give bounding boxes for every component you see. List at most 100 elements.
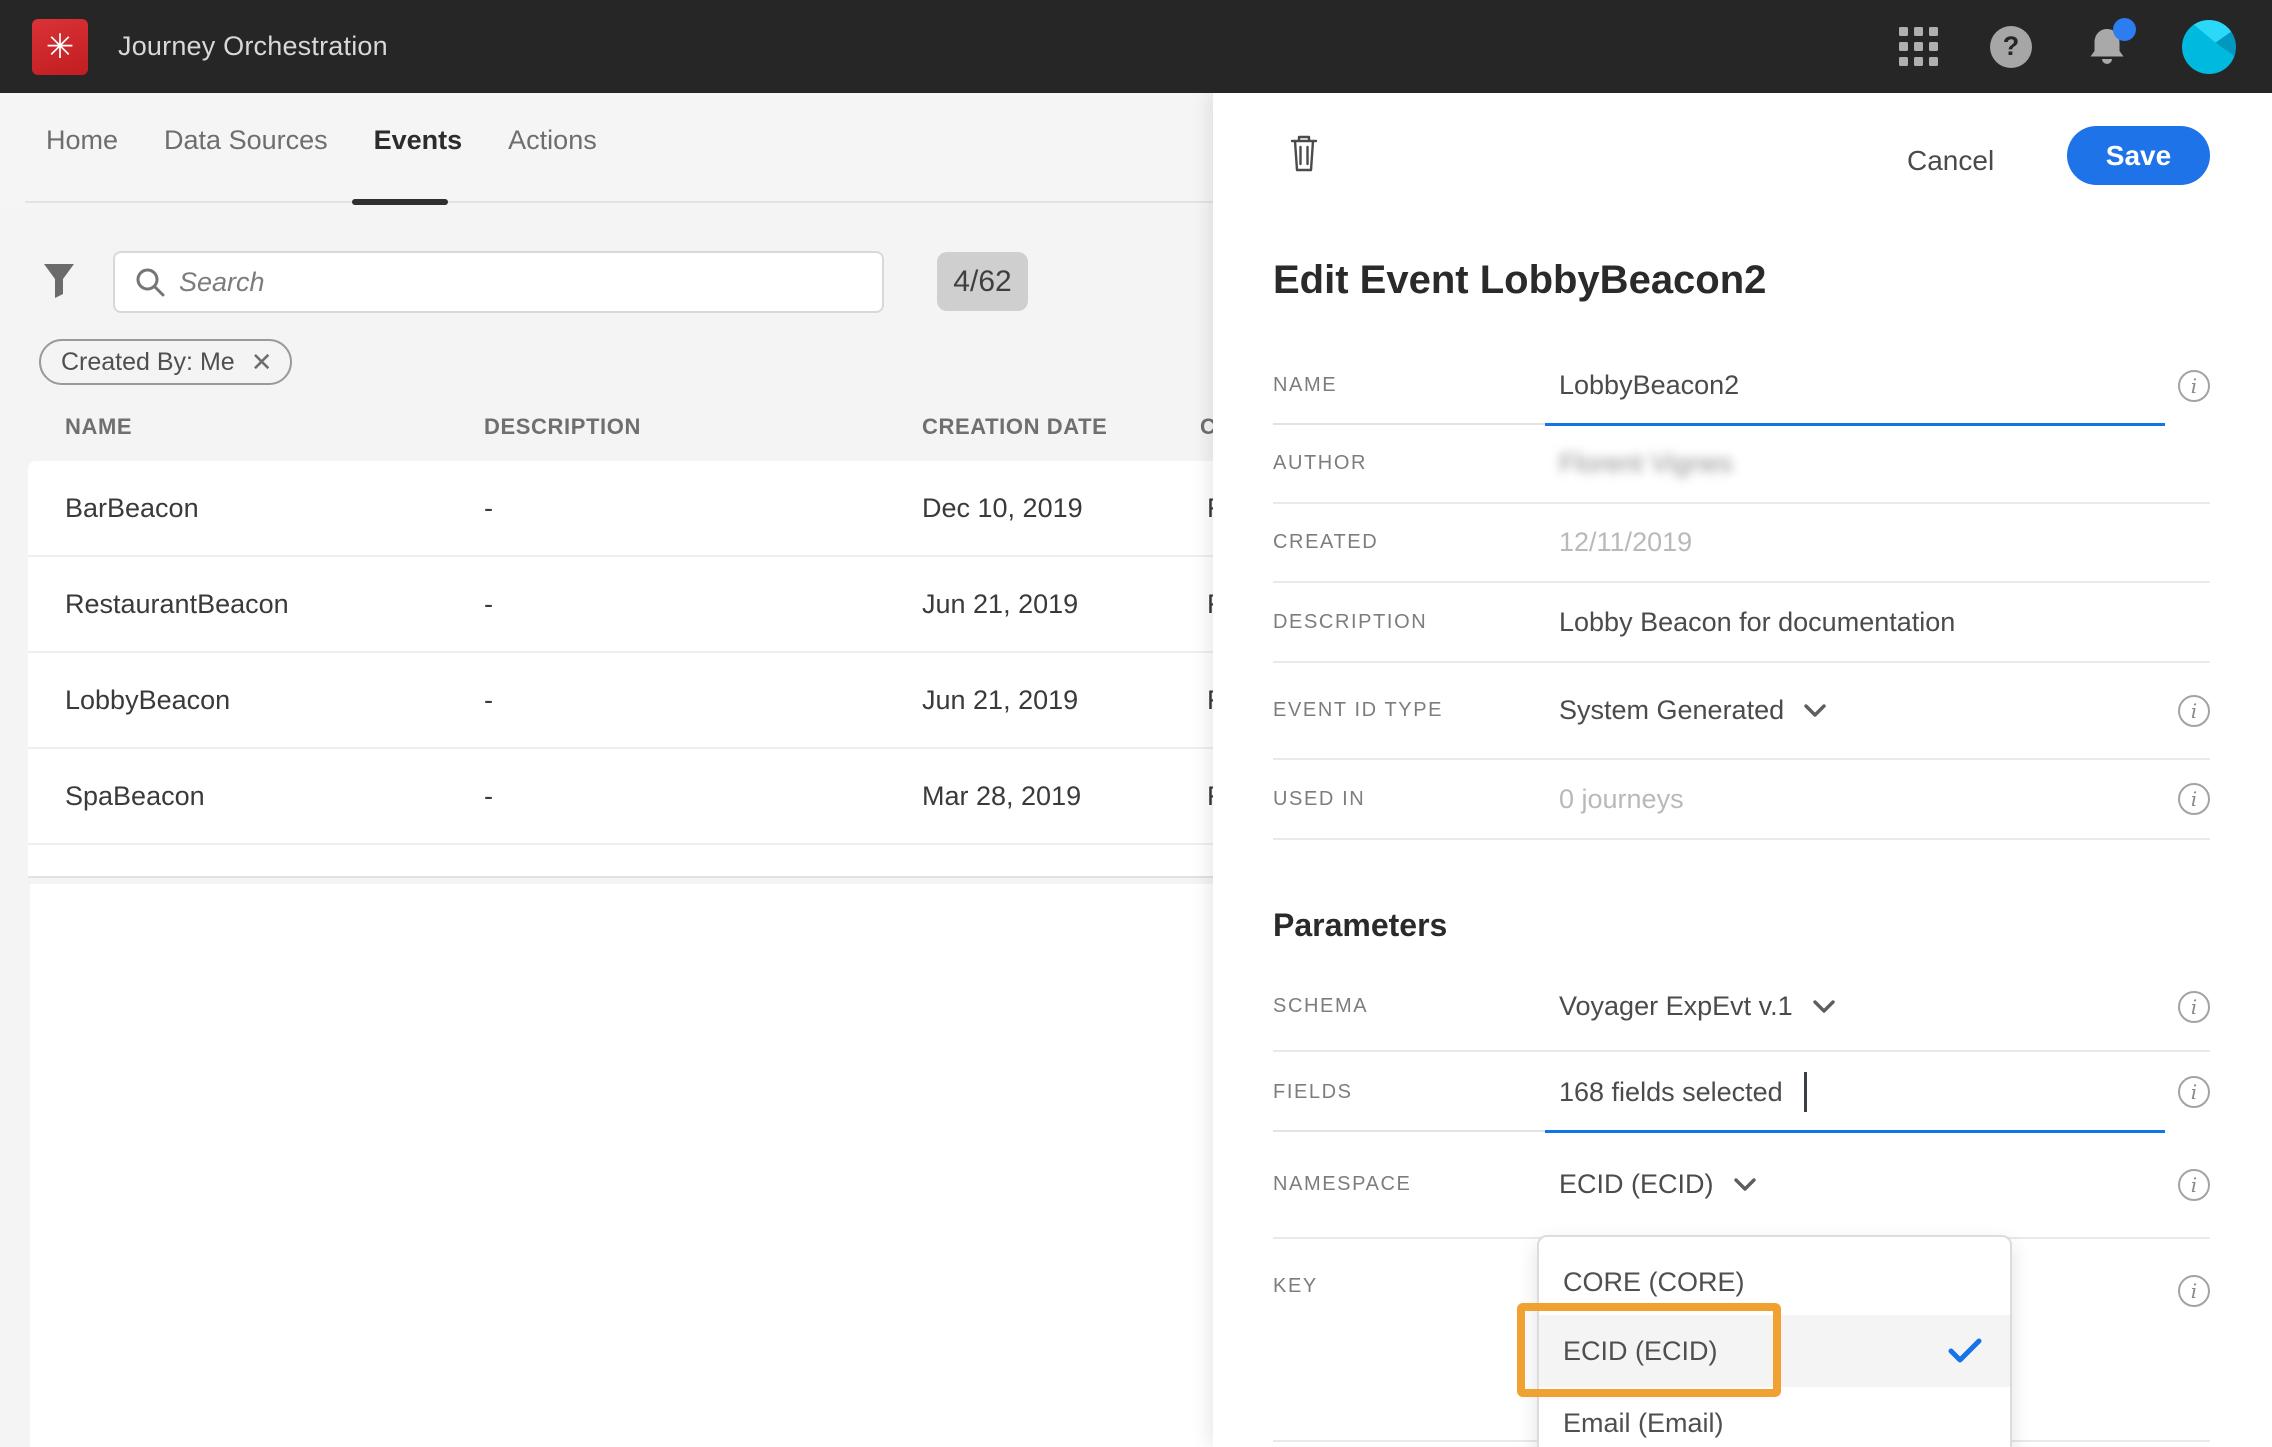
chevron-down-icon [1734,1178,1756,1192]
help-icon[interactable]: ? [1990,26,2032,68]
cell-name: RestaurantBeacon [65,557,289,651]
cell-description: - [484,653,493,747]
cell-description: - [484,557,493,651]
field-label: CREATED [1273,531,1559,554]
table-row[interactable]: LobbyBeacon - Jun 21, 2019 F [28,653,1213,749]
description-input[interactable]: Lobby Beacon for documentation [1559,607,1955,638]
field-row-description: DESCRIPTION Lobby Beacon for documentati… [1273,583,2210,663]
empty-content-card [30,884,1213,1447]
field-label: AUTHOR [1273,452,1559,475]
schema-dropdown[interactable]: Voyager ExpEvt v.1 [1559,991,1835,1022]
app-title: Journey Orchestration [118,31,388,62]
cancel-button[interactable]: Cancel [1907,131,1994,191]
dropdown-option-ecid[interactable]: ECID (ECID) [1539,1315,2010,1387]
filter-chip-created-by-me[interactable]: Created By: Me ✕ [39,339,292,385]
field-row-created: CREATED 12/11/2019 [1273,504,2210,583]
dropdown-option-core[interactable]: CORE (CORE) [1539,1249,2010,1315]
field-label: FIELDS [1273,1081,1559,1104]
cell-creation-date: Jun 21, 2019 [922,557,1078,651]
fields-input[interactable]: 168 fields selected [1559,1072,1807,1112]
events-table: BarBeacon - Dec 10, 2019 F RestaurantBea… [28,461,1213,878]
field-label: SCHEMA [1273,995,1559,1018]
tab-actions[interactable]: Actions [508,125,597,156]
info-icon[interactable]: i [2178,1169,2210,1201]
top-bar: ✳ Journey Orchestration ? [0,0,2272,93]
created-value: 12/11/2019 [1559,527,1692,558]
notification-badge [2113,18,2136,41]
tab-track-line [25,201,1213,203]
table-row[interactable]: RestaurantBeacon - Jun 21, 2019 F [28,557,1213,653]
namespace-options-popup: CORE (CORE) ECID (ECID) Email (Email) [1537,1235,2012,1447]
tabs-bar: Home Data Sources Events Actions [0,93,1213,207]
app-switcher-icon[interactable] [1899,27,1938,66]
event-id-type-value: System Generated [1559,695,1784,726]
topbar-actions: ? [1899,20,2236,74]
tab-events[interactable]: Events [374,125,463,156]
field-label: USED IN [1273,788,1559,811]
dropdown-option-label: ECID (ECID) [1563,1336,1718,1367]
active-tab-underline [352,199,448,205]
field-label: NAME [1273,374,1559,397]
filter-chip-label: Created By: Me [61,348,235,377]
field-row-author: AUTHOR Florent Vignes [1273,425,2210,504]
field-row-name: NAME LobbyBeacon2 i [1273,346,2210,425]
event-id-type-dropdown[interactable]: System Generated [1559,695,1826,726]
field-row-event-id-type: EVENT ID TYPE System Generated i [1273,663,2210,760]
used-in-value: 0 journeys [1559,784,1684,815]
info-icon[interactable]: i [2178,1076,2210,1108]
info-icon[interactable]: i [2178,783,2210,815]
notifications-bell-icon[interactable] [2084,24,2130,70]
adobe-experience-logo-icon[interactable]: ✳ [32,19,88,75]
info-icon[interactable]: i [2178,1275,2210,1307]
result-count-badge: 4/62 [937,252,1028,311]
field-row-namespace: NAMESPACE ECID (ECID) i [1273,1132,2210,1239]
tab-data-sources[interactable]: Data Sources [164,125,328,156]
namespace-dropdown[interactable]: ECID (ECID) [1559,1169,1756,1200]
column-header-description[interactable]: DESCRIPTION [484,414,641,440]
column-header-creation-date[interactable]: CREATION DATE [922,414,1107,440]
cell-description: - [484,749,493,843]
field-label: DESCRIPTION [1273,611,1559,634]
fields-value: 168 fields selected [1559,1077,1783,1108]
cell-creation-date: Mar 28, 2019 [922,749,1081,843]
checkmark-icon [1948,1338,1982,1364]
table-header: NAME DESCRIPTION CREATION DATE C [0,414,1213,450]
cell-creation-date: Dec 10, 2019 [922,461,1083,555]
namespace-value: ECID (ECID) [1559,1169,1714,1200]
cell-name: BarBeacon [65,461,199,555]
tab-home[interactable]: Home [46,125,118,156]
text-cursor [1804,1072,1807,1112]
name-input[interactable]: LobbyBeacon2 [1559,370,1739,401]
delete-trash-icon[interactable] [1288,133,1320,178]
field-row-schema: SCHEMA Voyager ExpEvt v.1 i [1273,963,2210,1052]
table-row[interactable]: BarBeacon - Dec 10, 2019 F [28,461,1213,557]
dropdown-option-email[interactable]: Email (Email) [1539,1387,2010,1447]
column-header-name[interactable]: NAME [65,414,132,440]
field-row-fields: FIELDS 168 fields selected i [1273,1052,2210,1132]
info-icon[interactable]: i [2178,370,2210,402]
parameters-section-title: Parameters [1273,902,2210,948]
info-icon[interactable]: i [2178,695,2210,727]
search-input[interactable] [179,267,882,298]
cell-name: SpaBeacon [65,749,205,843]
cell-name: LobbyBeacon [65,653,230,747]
schema-value: Voyager ExpEvt v.1 [1559,991,1793,1022]
info-icon[interactable]: i [2178,991,2210,1023]
save-button[interactable]: Save [2067,126,2210,185]
page-title: Edit Event LobbyBeacon2 [1273,258,1766,303]
field-label: NAMESPACE [1273,1173,1559,1196]
cell-creation-date: Jun 21, 2019 [922,653,1078,747]
field-label: KEY [1273,1275,1559,1298]
chip-close-icon[interactable]: ✕ [251,347,273,378]
avatar[interactable] [2182,20,2236,74]
author-value-blurred: Florent Vignes [1559,448,1733,479]
cell-description: - [484,461,493,555]
filter-icon[interactable] [42,262,76,305]
search-box [113,251,884,313]
search-icon [135,267,165,297]
chevron-down-icon [1813,1000,1835,1014]
field-label: EVENT ID TYPE [1273,699,1559,722]
chevron-down-icon [1804,704,1826,718]
table-row[interactable]: SpaBeacon - Mar 28, 2019 F [28,749,1213,845]
field-row-used-in: USED IN 0 journeys i [1273,760,2210,840]
